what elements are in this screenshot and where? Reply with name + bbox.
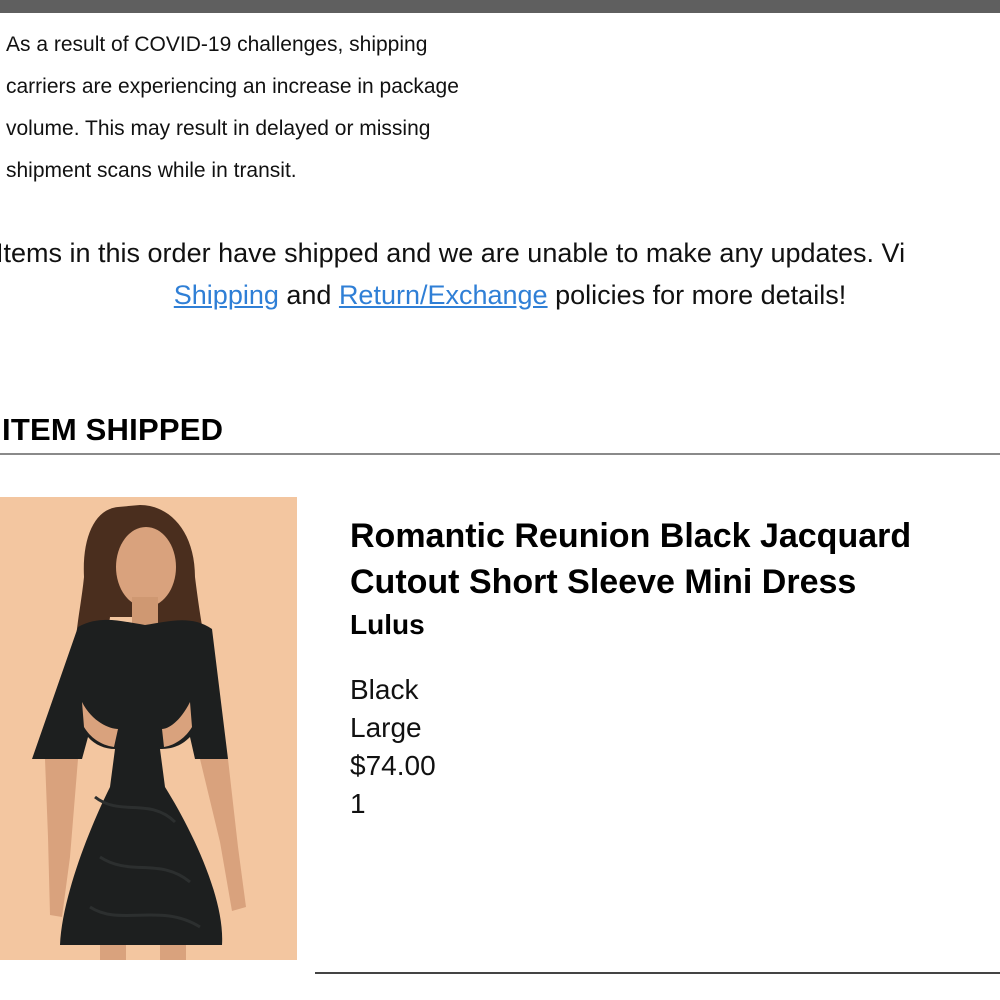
- order-status-page: As a result of COVID-19 challenges, ship…: [0, 0, 1000, 1000]
- notice-line: volume. This may result in delayed or mi…: [6, 117, 431, 140]
- divider: [0, 453, 1000, 455]
- product-brand: Lulus: [350, 609, 425, 640]
- notice-line: carriers are experiencing an increase in…: [6, 75, 459, 98]
- product-size: Large: [350, 712, 422, 743]
- notice-line: As a result of COVID-19 challenges, ship…: [6, 33, 428, 56]
- shipping-policy-link[interactable]: Shipping: [174, 280, 279, 310]
- product-image[interactable]: [0, 497, 297, 960]
- product-attributes: Black Large $74.00 1: [350, 671, 1000, 823]
- covid-shipping-notice: As a result of COVID-19 challenges, ship…: [6, 24, 526, 192]
- shipped-status-message: Items in this order have shipped and we …: [0, 232, 1000, 316]
- section-title: ITEM SHIPPED: [2, 412, 224, 447]
- product-info: Romantic Reunion Black Jacquard Cutout S…: [350, 513, 1000, 823]
- and-text: and: [278, 280, 339, 310]
- product-name-line[interactable]: Romantic Reunion Black Jacquard: [350, 513, 1000, 559]
- top-bar: [0, 0, 1000, 13]
- product-name-line[interactable]: Cutout Short Sleeve Mini Dress: [350, 559, 1000, 605]
- return-exchange-policy-link[interactable]: Return/Exchange: [339, 280, 548, 310]
- divider: [315, 972, 1000, 974]
- status-message-line: Items in this order have shipped and we …: [0, 238, 906, 268]
- policy-links-line: Shipping and Return/Exchange policies fo…: [0, 274, 1000, 316]
- product-color: Black: [350, 674, 419, 705]
- dress-model-photo: [0, 497, 297, 960]
- policies-tail-text: policies for more details!: [547, 280, 847, 310]
- product-price: $74.00: [350, 750, 436, 781]
- notice-line: shipment scans while in transit.: [6, 159, 297, 182]
- product-quantity: 1: [350, 788, 366, 819]
